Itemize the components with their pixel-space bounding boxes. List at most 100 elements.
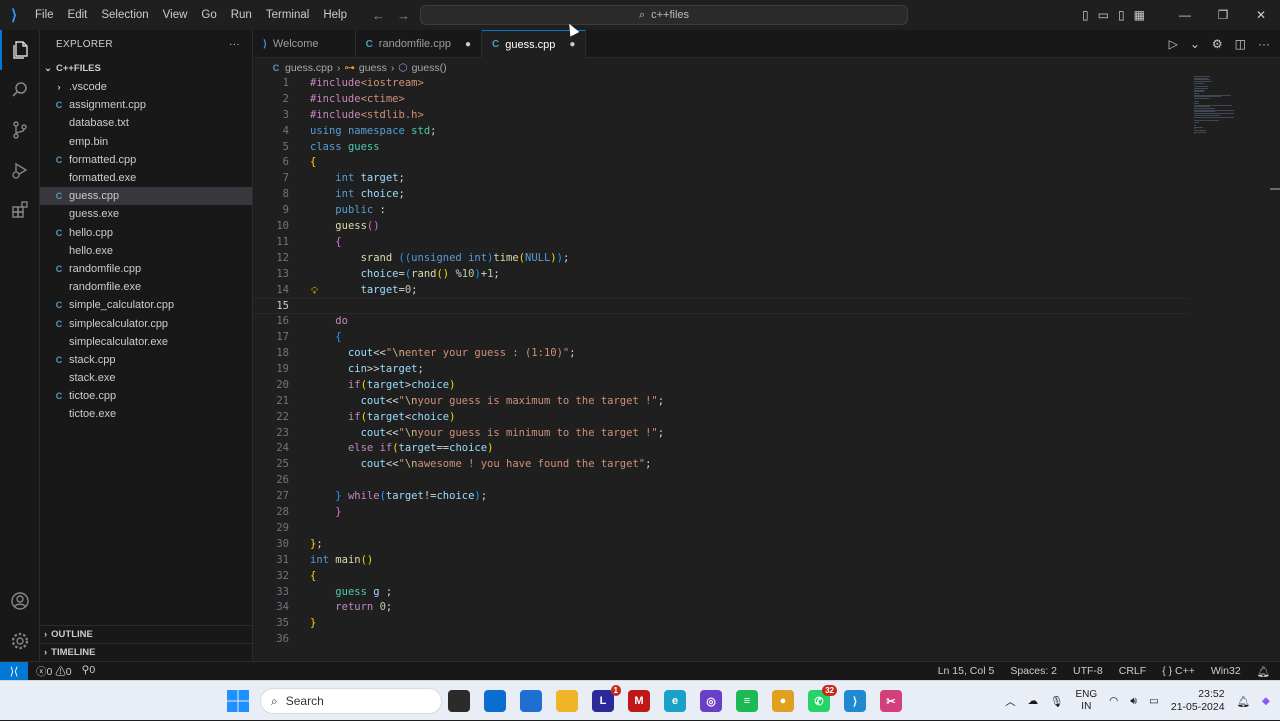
code-line[interactable]: 22 if(target<choice)	[253, 410, 1188, 426]
chevron-up-icon[interactable]: ︿	[1005, 694, 1016, 709]
notification-icon[interactable]: 🔔︎	[1237, 695, 1250, 708]
breadcrumb-file[interactable]: guess.cpp	[285, 62, 333, 74]
linkedin-app-icon[interactable]: L1	[592, 685, 621, 712]
manage-gear-icon[interactable]	[0, 621, 40, 661]
timeline-section[interactable]: › TIMELINE	[40, 643, 253, 661]
search-icon[interactable]	[0, 70, 40, 110]
remote-icon[interactable]: ⟩⟨	[0, 661, 28, 681]
file-item[interactable]: Csimplecalculator.cpp	[40, 314, 252, 332]
menu-help[interactable]: Help	[316, 0, 354, 30]
code-line[interactable]: 7 int target;	[253, 171, 1188, 187]
end-of-line[interactable]: CRLF	[1119, 665, 1146, 678]
menu-terminal[interactable]: Terminal	[259, 0, 316, 30]
whatsapp-icon[interactable]: ✆ 32	[808, 685, 837, 712]
file-item[interactable]: · database.txt	[40, 114, 252, 132]
menu-file[interactable]: File	[28, 0, 61, 30]
code-line[interactable]: 32 {	[253, 569, 1188, 585]
volume-icon[interactable]: 🔊︎	[1130, 695, 1137, 708]
code-line[interactable]: 31 int main()	[253, 553, 1188, 569]
cursor-position[interactable]: Ln 15, Col 5	[938, 665, 995, 678]
menu-go[interactable]: Go	[194, 0, 223, 30]
code-line[interactable]: 12 srand ((unsigned int)time(NULL));	[253, 251, 1188, 267]
toggle-secondary-sidebar-icon[interactable]: ▯	[1118, 8, 1125, 22]
code-line[interactable]: 3 #include<stdlib.h>	[253, 108, 1188, 124]
chevron-down-icon[interactable]: ⌄	[1190, 37, 1200, 51]
breadcrumb-class[interactable]: guess	[359, 62, 387, 74]
file-explorer-dark-icon[interactable]	[448, 690, 470, 712]
menu-view[interactable]: View	[156, 0, 195, 30]
file-item[interactable]: · emp.bin	[40, 133, 252, 151]
code-line[interactable]: 26	[253, 473, 1188, 489]
snipping-tool-icon[interactable]: ✂	[880, 690, 902, 712]
spotify-icon[interactable]: ≡	[736, 690, 758, 712]
mcafee-icon[interactable]: M	[628, 690, 650, 712]
minimap[interactable]	[1188, 76, 1268, 136]
file-item[interactable]: · stack.exe	[40, 369, 252, 387]
menu-run[interactable]: Run	[224, 0, 259, 30]
battery-icon[interactable]: ▭	[1149, 695, 1159, 707]
run-and-debug-icon[interactable]	[0, 150, 40, 190]
indentation[interactable]: Spaces: 2	[1010, 665, 1057, 678]
tab-randomfile-cpp[interactable]: Crandomfile.cpp ●	[356, 30, 482, 58]
restore-icon[interactable]: ❐	[1204, 0, 1242, 30]
toggle-primary-sidebar-icon[interactable]: ▯	[1082, 8, 1089, 22]
language-mode[interactable]: { } C++	[1162, 665, 1195, 678]
menu-selection[interactable]: Selection	[94, 0, 155, 30]
file-item[interactable]: Cformatted.cpp	[40, 151, 252, 169]
code-line[interactable]: 10 guess()	[253, 219, 1188, 235]
back-arrow-icon[interactable]: ←	[372, 8, 385, 23]
vscode-icon[interactable]: ⟩	[844, 690, 866, 712]
file-item[interactable]: Crandomfile.cpp	[40, 260, 252, 278]
platform[interactable]: Win32	[1211, 665, 1241, 678]
code-line[interactable]: 16 do	[253, 314, 1188, 330]
taskbar-search[interactable]: ⌕ Search	[260, 688, 442, 714]
copilot-icon[interactable]: ◆	[1262, 695, 1270, 707]
code-line[interactable]: 35}	[253, 616, 1188, 632]
editor-scrollbar[interactable]	[1270, 188, 1280, 190]
source-control-icon[interactable]	[0, 110, 40, 150]
code-line[interactable]: 23 cout<<"\nyour guess is minimum to the…	[253, 426, 1188, 442]
store-icon[interactable]	[520, 690, 542, 712]
code-line[interactable]: 18 cout<<"\nenter your guess : (1:10)";	[253, 346, 1188, 362]
azure-app-icon[interactable]	[484, 690, 506, 712]
code-line[interactable]: 14 💡︎ target=0;	[253, 283, 1188, 299]
code-line[interactable]: 29	[253, 521, 1188, 537]
code-line[interactable]: 19 cin>>target;	[253, 362, 1188, 378]
code-line[interactable]: 11 {	[253, 235, 1188, 251]
unsaved-dot-icon[interactable]: ●	[569, 39, 575, 50]
ports-indicator[interactable]: ⚲0	[82, 664, 96, 679]
code-line[interactable]: 1 #include<iostream>	[253, 76, 1188, 92]
file-item[interactable]: · simplecalculator.exe	[40, 333, 252, 351]
extensions-icon[interactable]	[0, 190, 40, 230]
code-line[interactable]: 21 cout<<"\nyour guess is maximum to the…	[253, 394, 1188, 410]
account-icon[interactable]	[0, 581, 40, 621]
code-line[interactable]: 27 } while(target!=choice);	[253, 489, 1188, 505]
folder-icon[interactable]	[556, 690, 578, 712]
outline-section[interactable]: › OUTLINE	[40, 625, 253, 643]
file-item[interactable]: · formatted.exe	[40, 169, 252, 187]
microphone-icon[interactable]: 🎙︎	[1050, 695, 1063, 708]
more-actions-icon[interactable]: ···	[1258, 37, 1270, 51]
file-item[interactable]: · randomfile.exe	[40, 278, 252, 296]
unsaved-dot-icon[interactable]: ●	[465, 39, 471, 50]
file-item[interactable]: › .vscode	[40, 78, 252, 96]
code-line[interactable]: 6{	[253, 155, 1188, 171]
code-editor[interactable]: 1 #include<iostream> 2 #include<ctime> 3 #inc…	[253, 76, 1188, 646]
code-line[interactable]: 8 int choice;	[253, 187, 1188, 203]
workspace-folder[interactable]: ⌄ C++FILES	[40, 58, 252, 78]
code-line[interactable]: 17 {	[253, 330, 1188, 346]
code-line[interactable]: 28 }	[253, 505, 1188, 521]
file-item[interactable]: Cassignment.cpp	[40, 96, 252, 114]
customize-layout-icon[interactable]: ▦	[1134, 8, 1145, 22]
edge-icon[interactable]: e	[664, 690, 686, 712]
file-item[interactable]: Cstack.cpp	[40, 351, 252, 369]
code-line[interactable]: 34 return 0;	[253, 600, 1188, 616]
file-item[interactable]: Ctictoe.cpp	[40, 387, 252, 405]
code-line[interactable]: 36	[253, 632, 1188, 648]
windows-start-icon[interactable]	[226, 689, 250, 713]
close-icon[interactable]: ✕	[1242, 0, 1280, 30]
file-item[interactable]: Cguess.cpp	[40, 187, 252, 206]
file-item[interactable]: Csimple_calculator.cpp	[40, 296, 252, 314]
media-app-icon[interactable]: ◎	[700, 690, 722, 712]
network-app-icon[interactable]: ☁	[1028, 695, 1039, 707]
